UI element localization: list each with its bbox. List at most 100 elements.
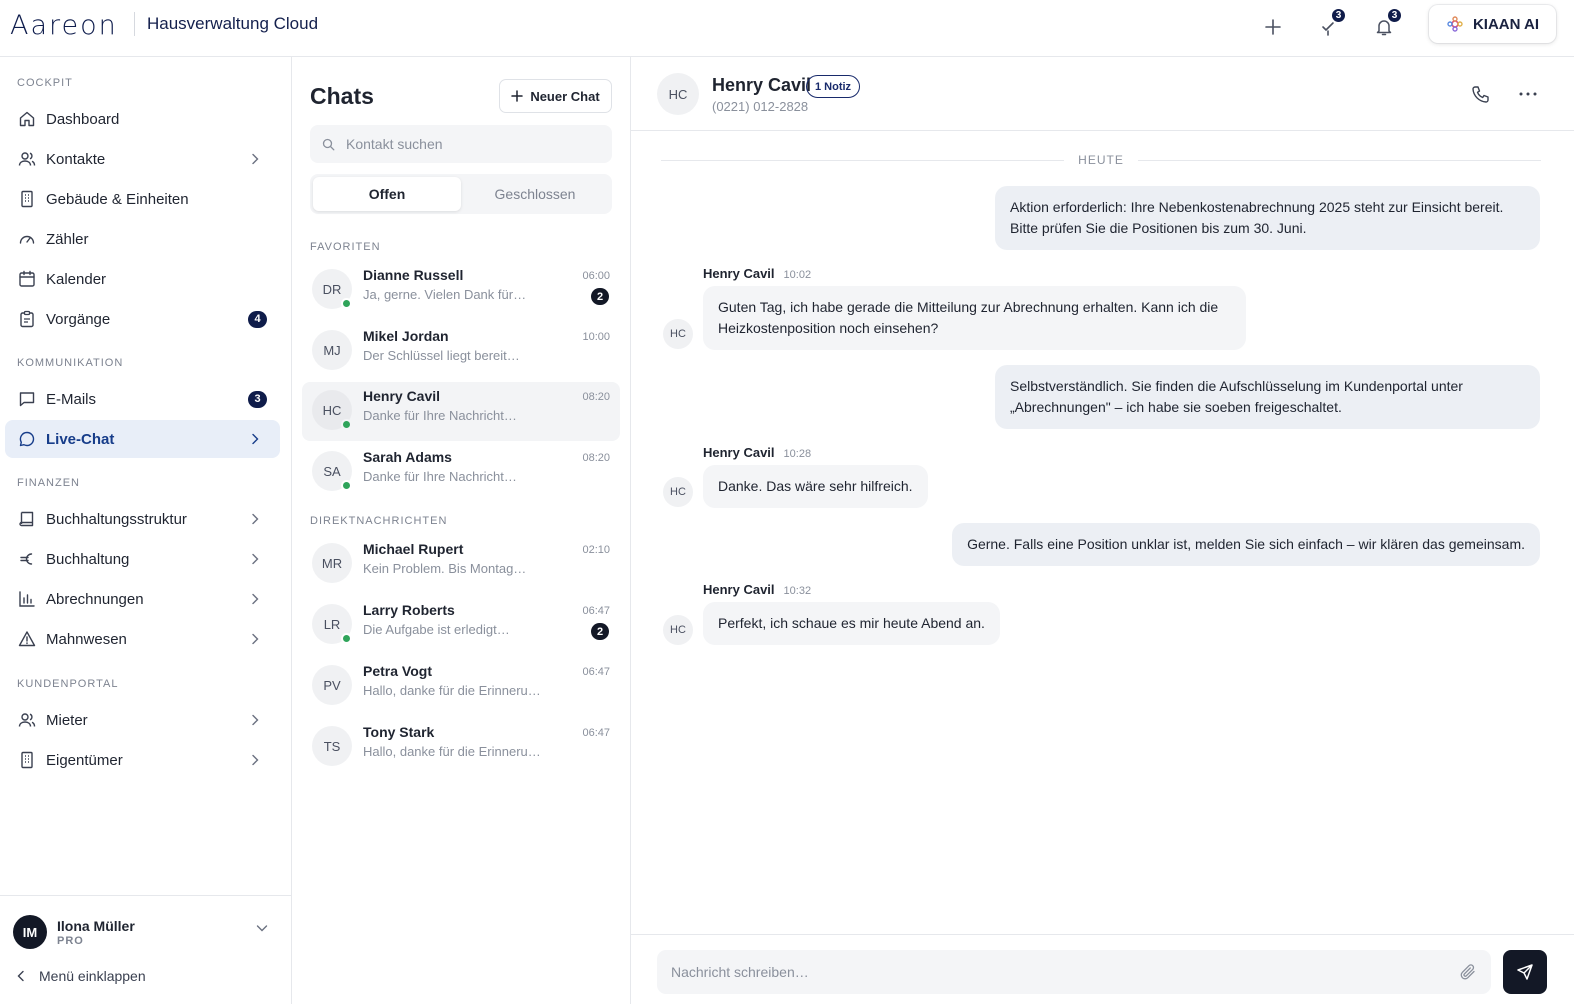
send-button[interactable] xyxy=(1503,950,1547,994)
message-meta: Henry Cavil 10:02 xyxy=(703,266,811,281)
chevron-right-icon xyxy=(244,433,266,445)
sidebar-item-label: Eigentümer xyxy=(46,751,123,769)
chat-list-item[interactable]: PV Petra Vogt Hallo, danke für die Erinn… xyxy=(302,657,620,716)
tasks-button[interactable]: 3 xyxy=(1313,7,1347,42)
sidebar-item-zaehler[interactable]: Zähler xyxy=(5,220,280,258)
chevron-right-icon xyxy=(244,593,266,605)
sidebar-item-label: Dashboard xyxy=(46,110,120,128)
contact-name: Tony Stark xyxy=(363,724,435,740)
new-chat-label: Neuer Chat xyxy=(530,88,600,104)
section-finanzen: FINANZEN xyxy=(17,477,80,489)
new-chat-button[interactable]: Neuer Chat xyxy=(499,79,612,113)
contact-name: Petra Vogt xyxy=(363,663,432,679)
chevron-down-icon[interactable] xyxy=(256,924,268,932)
conversation-header: HC Henry Cavil 1 Notiz (0221) 012-2828 xyxy=(631,57,1574,131)
call-button[interactable] xyxy=(1467,81,1493,107)
user-role: PRO xyxy=(57,935,84,947)
kiaan-ai-button[interactable]: KIAAN AI xyxy=(1429,5,1556,43)
incoming-message: Danke. Das wäre sehr hilfreich. xyxy=(703,465,928,508)
search-input[interactable] xyxy=(346,136,586,152)
message-time: 06:47 xyxy=(582,727,610,739)
online-indicator xyxy=(341,480,352,491)
chat-list-item[interactable]: HC Henry Cavil Danke für Ihre Nachricht…… xyxy=(302,382,620,441)
message-time: 08:20 xyxy=(582,452,610,464)
message-composer xyxy=(631,934,1574,1004)
home-icon xyxy=(17,109,37,129)
user-profile: IM Ilona Müller PRO Menü einklappen xyxy=(0,895,291,1004)
message-preview: Ja, gerne. Vielen Dank für… xyxy=(363,287,527,302)
sidebar: COCKPIT Dashboard Kontakte Gebäude & Ein… xyxy=(0,57,292,1004)
sidebar-item-label: Kalender xyxy=(46,270,107,288)
sidebar-item-emails[interactable]: E-Mails 3 xyxy=(5,380,280,418)
sidebar-item-label: Live-Chat xyxy=(46,430,115,448)
paperclip-icon[interactable] xyxy=(1459,963,1477,981)
contact-name: Mikel Jordan xyxy=(363,328,449,344)
book-icon xyxy=(17,509,37,529)
sender-name: Henry Cavil xyxy=(703,445,775,460)
sidebar-item-label: Mieter xyxy=(46,711,88,729)
sidebar-item-abrechnungen[interactable]: Abrechnungen xyxy=(5,580,280,618)
online-indicator xyxy=(341,419,352,430)
unread-badge: 2 xyxy=(591,623,609,640)
chevron-right-icon xyxy=(244,153,266,165)
avatar: PV xyxy=(312,665,352,705)
sidebar-item-kalender[interactable]: Kalender xyxy=(5,260,280,298)
chevron-right-icon xyxy=(244,633,266,645)
message-meta: Henry Cavil 10:28 xyxy=(703,445,811,460)
chevron-right-icon xyxy=(244,754,266,766)
sidebar-item-label: Kontakte xyxy=(46,150,106,168)
sidebar-item-mieter[interactable]: Mieter xyxy=(5,701,280,739)
message-time: 10:32 xyxy=(783,585,812,597)
section-kommunikation: KOMMUNIKATION xyxy=(17,357,124,369)
sidebar-item-livechat[interactable]: Live-Chat xyxy=(5,420,280,458)
chat-list-item[interactable]: SA Sarah Adams Danke für Ihre Nachricht…… xyxy=(302,443,620,502)
page-title: Chats xyxy=(310,83,374,109)
sidebar-item-buchhaltungsstruktur[interactable]: Buchhaltungsstruktur xyxy=(5,500,280,538)
chat-list-item[interactable]: MJ Mikel Jordan Der Schlüssel liegt bere… xyxy=(302,322,620,381)
aareon-logo[interactable]: Aareon xyxy=(10,10,118,41)
message-meta: Henry Cavil 10:32 xyxy=(703,582,811,597)
sidebar-item-dashboard[interactable]: Dashboard xyxy=(5,100,280,138)
tab-offen[interactable]: Offen xyxy=(313,177,461,211)
message-time: 10:02 xyxy=(783,269,812,281)
chat-list-item[interactable]: TS Tony Stark Hallo, danke für die Erinn… xyxy=(302,718,620,777)
sidebar-item-eigentuemer[interactable]: Eigentümer xyxy=(5,741,280,779)
sidebar-item-vorgaenge[interactable]: Vorgänge 4 xyxy=(5,300,280,338)
more-options-button[interactable] xyxy=(1515,81,1541,107)
incoming-message: Guten Tag, ich habe gerade die Mitteilun… xyxy=(703,286,1246,350)
emails-badge: 3 xyxy=(248,390,267,408)
calendar-icon xyxy=(17,269,37,289)
contact-name: Larry Roberts xyxy=(363,602,455,618)
search-icon xyxy=(322,138,335,150)
sidebar-item-gebaeude[interactable]: Gebäude & Einheiten xyxy=(5,180,280,218)
sidebar-item-kontakte[interactable]: Kontakte xyxy=(5,140,280,178)
gauge-icon xyxy=(17,229,37,249)
sidebar-item-label: Abrechnungen xyxy=(46,590,144,608)
chat-list-item[interactable]: MR Michael Rupert Kein Problem. Bis Mont… xyxy=(302,535,620,594)
avatar: DR xyxy=(312,269,352,309)
chevron-left-icon xyxy=(17,970,24,982)
message-time: 02:10 xyxy=(582,544,610,556)
tab-geschlossen[interactable]: Geschlossen xyxy=(461,177,609,211)
message-preview: Danke für Ihre Nachricht… xyxy=(363,408,517,423)
chat-bubble-icon xyxy=(17,429,37,449)
collapse-menu-button[interactable]: Menü einklappen xyxy=(17,968,146,984)
chat-list-item[interactable]: DR Dianne Russell Ja, gerne. Vielen Dank… xyxy=(302,261,620,320)
bar-chart-icon xyxy=(17,589,37,609)
sidebar-item-mahnwesen[interactable]: Mahnwesen xyxy=(5,620,280,658)
sidebar-item-buchhaltung[interactable]: Buchhaltung xyxy=(5,540,280,578)
message-input[interactable] xyxy=(671,964,1459,980)
sidebar-item-label: Gebäude & Einheiten xyxy=(46,190,189,208)
message-time: 06:00 xyxy=(582,270,610,282)
note-badge[interactable]: 1 Notiz xyxy=(806,75,861,98)
notifications-button[interactable]: 3 xyxy=(1369,7,1403,42)
message-time: 08:20 xyxy=(582,391,610,403)
avatar[interactable]: IM xyxy=(13,915,47,949)
phone-icon xyxy=(1471,85,1489,103)
chat-list-item[interactable]: LR Larry Roberts Die Aufgabe ist erledig… xyxy=(302,596,620,655)
notifications-badge: 3 xyxy=(1386,7,1403,24)
direct-section-title: DIREKTNACHRICHTEN xyxy=(310,515,448,527)
sender-name: Henry Cavil xyxy=(703,582,775,597)
sidebar-item-label: Buchhaltungsstruktur xyxy=(46,510,187,528)
add-button[interactable] xyxy=(1258,12,1288,42)
